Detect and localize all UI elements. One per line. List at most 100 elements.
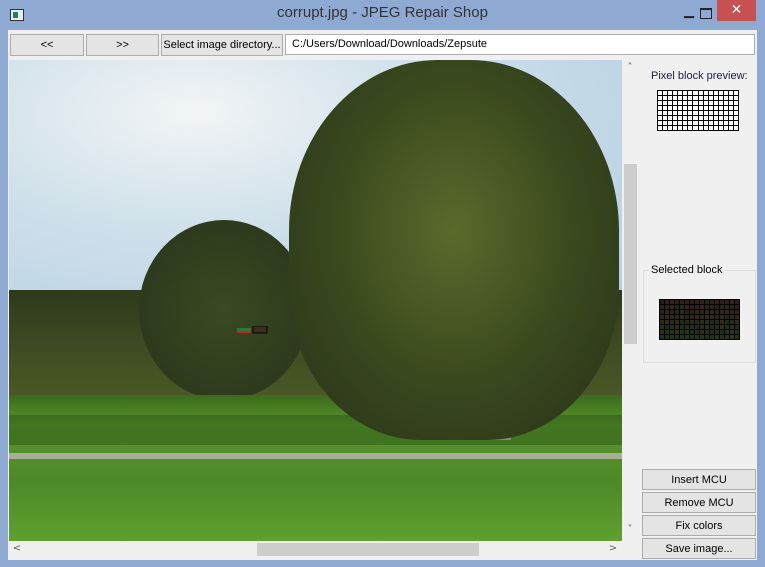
pixel-cell [688, 126, 693, 130]
pixel-cell [663, 126, 668, 130]
pixel-cell [723, 126, 728, 130]
pixel-cell [665, 325, 669, 329]
pixel-cell [720, 325, 724, 329]
directory-path-input[interactable]: C:/Users/Download/Downloads/Zepsute [285, 34, 755, 55]
pixel-cell [718, 96, 723, 100]
pixel-cell [675, 335, 679, 339]
pixel-cell [663, 111, 668, 115]
pixel-cell [730, 320, 734, 324]
horizontal-scroll-thumb[interactable] [257, 543, 479, 556]
previous-image-button[interactable]: << [10, 34, 84, 56]
pixel-cell [670, 300, 674, 304]
select-directory-button[interactable]: Select image directory... [161, 34, 283, 56]
pixel-cell [658, 126, 663, 130]
pixel-cell [685, 315, 689, 319]
pixel-cell [673, 106, 678, 110]
pixel-cell [718, 126, 723, 130]
pixel-cell [693, 101, 698, 105]
insert-mcu-button[interactable]: Insert MCU [642, 469, 756, 490]
scroll-up-arrow[interactable]: ˄ [622, 62, 638, 73]
pixel-cell [693, 111, 698, 115]
pixel-cell [698, 121, 703, 125]
pixel-cell [660, 330, 664, 334]
pixel-cell [690, 315, 694, 319]
fix-colors-button[interactable]: Fix colors [642, 515, 756, 536]
pixel-cell [658, 116, 663, 120]
pixel-cell [703, 111, 708, 115]
pixel-cell [720, 310, 724, 314]
pixel-cell [670, 305, 674, 309]
pixel-cell [685, 335, 689, 339]
pixel-cell [713, 116, 718, 120]
pixel-cell [688, 106, 693, 110]
pixel-cell [728, 91, 733, 95]
pixel-cell [733, 101, 738, 105]
pixel-cell [658, 101, 663, 105]
pixel-cell [673, 126, 678, 130]
pixel-cell [660, 310, 664, 314]
vertical-scrollbar[interactable]: ˄ ˅ [622, 60, 639, 541]
pixel-cell [708, 91, 713, 95]
pixel-cell [675, 325, 679, 329]
pixel-cell [713, 101, 718, 105]
pixel-cell [675, 315, 679, 319]
pixel-cell [715, 325, 719, 329]
pixel-cell [733, 91, 738, 95]
pixel-cell [715, 300, 719, 304]
scroll-left-arrow[interactable]: < [9, 543, 25, 554]
pixel-cell [683, 101, 688, 105]
pixel-cell [718, 121, 723, 125]
pixel-cell [725, 305, 729, 309]
pixel-cell [685, 305, 689, 309]
close-button[interactable]: ✕ [717, 0, 756, 21]
pixel-cell [685, 325, 689, 329]
pixel-cell [670, 315, 674, 319]
pixel-cell [680, 335, 684, 339]
pixel-cell [703, 116, 708, 120]
pixel-cell [683, 126, 688, 130]
pixel-cell [705, 305, 709, 309]
scroll-down-arrow[interactable]: ˅ [622, 524, 638, 535]
horizontal-scrollbar[interactable]: < > [9, 541, 622, 558]
pixel-cell [665, 320, 669, 324]
preview-label: Pixel block preview: [651, 70, 748, 82]
pixel-cell [698, 101, 703, 105]
image-path [9, 453, 622, 459]
save-image-button[interactable]: Save image... [642, 538, 756, 559]
selected-block-grid [659, 299, 740, 340]
pixel-cell [663, 91, 668, 95]
next-image-button[interactable]: >> [86, 34, 159, 56]
pixel-cell [713, 111, 718, 115]
pixel-cell [708, 116, 713, 120]
scroll-right-arrow[interactable]: > [605, 543, 621, 554]
pixel-cell [715, 330, 719, 334]
pixel-cell [735, 305, 739, 309]
pixel-cell [688, 111, 693, 115]
pixel-cell [728, 101, 733, 105]
pixel-cell [665, 305, 669, 309]
pixel-cell [673, 91, 678, 95]
pixel-cell [695, 300, 699, 304]
pixel-cell [695, 305, 699, 309]
pixel-cell [705, 320, 709, 324]
pixel-cell [665, 310, 669, 314]
pixel-cell [688, 91, 693, 95]
pixel-cell [675, 320, 679, 324]
remove-mcu-button[interactable]: Remove MCU [642, 492, 756, 513]
vertical-scroll-thumb[interactable] [624, 164, 637, 344]
pixel-cell [695, 315, 699, 319]
pixel-cell [710, 305, 714, 309]
pixel-cell [678, 106, 683, 110]
image-canvas[interactable] [9, 60, 622, 541]
pixel-cell [663, 116, 668, 120]
pixel-cell [723, 101, 728, 105]
pixel-cell [728, 106, 733, 110]
maximize-button[interactable] [696, 4, 716, 22]
pixel-cell [735, 320, 739, 324]
pixel-cell [725, 320, 729, 324]
pixel-cell [693, 106, 698, 110]
pixel-cell [728, 121, 733, 125]
pixel-cell [725, 330, 729, 334]
pixel-cell [708, 121, 713, 125]
selected-block-marker[interactable] [237, 326, 269, 334]
